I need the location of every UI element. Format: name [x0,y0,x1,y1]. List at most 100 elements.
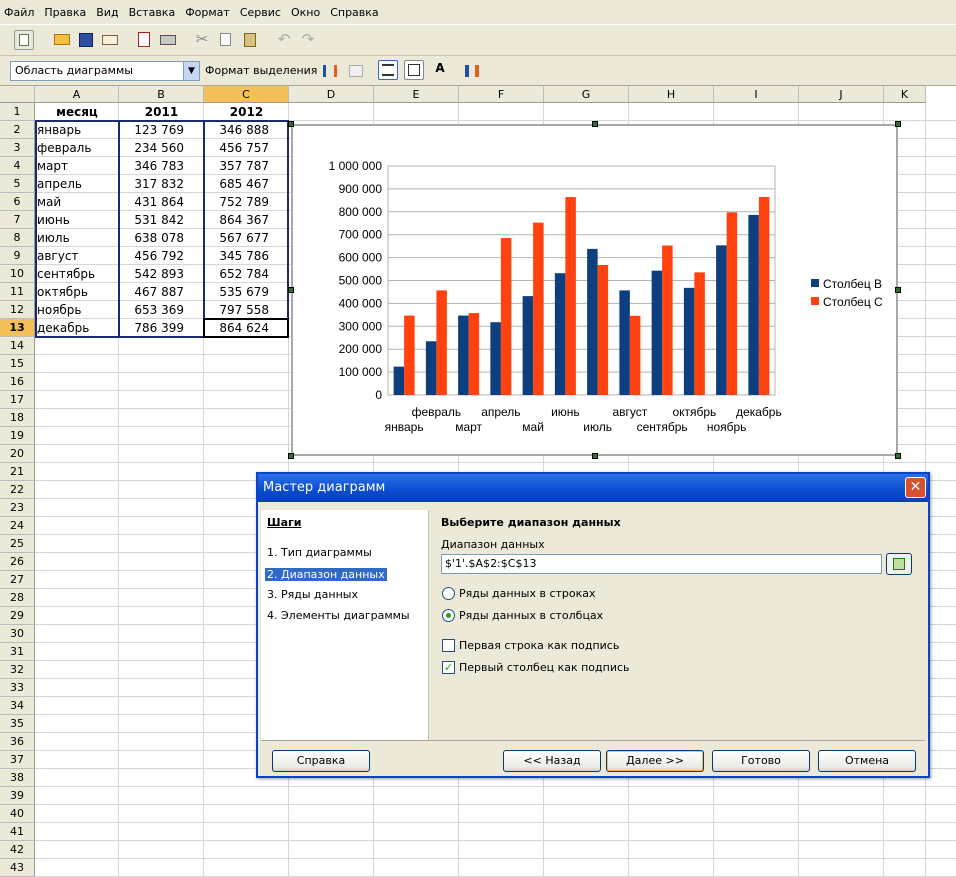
row-header[interactable]: 6 [0,193,35,211]
row-header[interactable]: 9 [0,247,35,265]
row-header[interactable]: 3 [0,139,35,157]
row-header[interactable]: 4 [0,157,35,175]
horizontal-grid-icon[interactable] [378,60,398,80]
step-item[interactable]: 1. Тип диаграммы [267,546,372,559]
chevron-down-icon[interactable]: ▼ [183,62,199,80]
range-picker-button[interactable] [886,553,912,575]
menu-item[interactable]: Файл [4,6,34,19]
row-header[interactable]: 24 [0,517,35,535]
chart-element-select[interactable]: Область диаграммы ▼ [10,61,200,81]
back-button[interactable]: << Назад [503,750,601,772]
resize-handle[interactable] [895,287,901,293]
row-header[interactable]: 26 [0,553,35,571]
menu-item[interactable]: Сервис [240,6,281,19]
row-header[interactable]: 32 [0,661,35,679]
step-item[interactable]: 4. Элементы диаграммы [267,609,410,622]
next-button[interactable]: Далее >> [606,750,704,772]
menu-item[interactable]: Справка [330,6,378,19]
undo-icon[interactable]: ↶ [274,30,294,50]
table-header-cell[interactable]: месяц [35,103,119,121]
row-header[interactable]: 33 [0,679,35,697]
row-header[interactable]: 23 [0,499,35,517]
help-button[interactable]: Справка [272,750,370,772]
checkbox-first-column-label[interactable]: Первый столбец как подпись [459,661,630,674]
row-header[interactable]: 41 [0,823,35,841]
column-header[interactable]: G [544,86,629,103]
redo-icon[interactable]: ↷ [298,30,318,50]
resize-handle[interactable] [895,453,901,459]
email-icon[interactable] [100,30,120,50]
row-header[interactable]: 30 [0,625,35,643]
row-header[interactable]: 2 [0,121,35,139]
chart-type-icon[interactable] [320,61,340,81]
row-header[interactable]: 1 [0,103,35,121]
column-header[interactable]: K [884,86,926,103]
column-header[interactable]: I [714,86,799,103]
row-header[interactable]: 34 [0,697,35,715]
column-header[interactable]: D [289,86,374,103]
active-cell[interactable] [203,318,289,338]
row-header[interactable]: 18 [0,409,35,427]
row-header[interactable]: 15 [0,355,35,373]
scale-text-icon[interactable]: A [430,61,450,81]
row-header[interactable]: 14 [0,337,35,355]
row-header[interactable]: 5 [0,175,35,193]
resize-handle[interactable] [288,287,294,293]
new-icon[interactable] [14,30,34,50]
row-header[interactable]: 22 [0,481,35,499]
row-header[interactable]: 25 [0,535,35,553]
step-item[interactable]: 3. Ряды данных [267,588,358,601]
row-header[interactable]: 16 [0,373,35,391]
resize-handle[interactable] [288,121,294,127]
column-header[interactable]: E [374,86,459,103]
table-header-cell[interactable]: 2011 [119,103,204,121]
table-header-cell[interactable]: 2012 [204,103,289,121]
row-header[interactable]: 29 [0,607,35,625]
row-header[interactable]: 40 [0,805,35,823]
row-header[interactable]: 7 [0,211,35,229]
row-header[interactable]: 20 [0,445,35,463]
copy-icon[interactable] [216,30,236,50]
row-header[interactable]: 11 [0,283,35,301]
row-header[interactable]: 42 [0,841,35,859]
radio-rows[interactable] [442,587,455,600]
row-header[interactable]: 43 [0,859,35,877]
row-header[interactable]: 10 [0,265,35,283]
resize-handle[interactable] [288,453,294,459]
column-header[interactable]: C [204,86,289,103]
data-table-icon[interactable] [346,61,366,81]
row-header[interactable]: 28 [0,589,35,607]
row-header[interactable]: 31 [0,643,35,661]
column-header[interactable]: H [629,86,714,103]
column-header[interactable]: A [35,86,119,103]
radio-columns[interactable] [442,609,455,622]
column-header[interactable]: J [799,86,884,103]
row-header[interactable]: 39 [0,787,35,805]
print-icon[interactable] [158,30,178,50]
pdf-icon[interactable] [134,30,154,50]
row-header[interactable]: 38 [0,769,35,787]
row-header[interactable]: 35 [0,715,35,733]
menu-item[interactable]: Формат [185,6,230,19]
range-input[interactable]: $'1'.$A$2:$C$13 [441,554,882,574]
checkbox-first-row-label[interactable]: Первая строка как подпись [459,639,619,652]
save-icon[interactable] [76,30,96,50]
menu-item[interactable]: Окно [291,6,320,19]
row-header[interactable]: 8 [0,229,35,247]
close-icon[interactable]: ✕ [905,477,926,498]
format-selection-button[interactable]: Формат выделения [205,64,317,77]
corner-cell[interactable] [0,86,35,103]
row-header[interactable]: 17 [0,391,35,409]
row-header[interactable]: 37 [0,751,35,769]
menu-item[interactable]: Вставка [129,6,176,19]
chart-object[interactable]: 0 100 000 200 000 300 000 400 000 500 000 600 … [291,124,898,456]
row-header[interactable]: 36 [0,733,35,751]
open-icon[interactable] [52,30,72,50]
row-header[interactable]: 13 [0,319,35,337]
finish-button[interactable]: Готово [712,750,810,772]
row-header[interactable]: 12 [0,301,35,319]
column-header[interactable]: F [459,86,544,103]
cancel-button[interactable]: Отмена [818,750,916,772]
step-item[interactable]: 2. Диапазон данных [265,568,387,581]
row-header[interactable]: 19 [0,427,35,445]
